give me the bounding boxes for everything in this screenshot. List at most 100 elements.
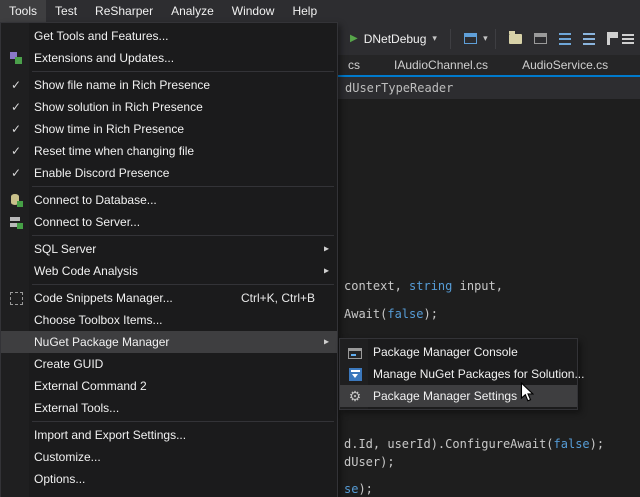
menu-item-label: Package Manager Console xyxy=(373,345,518,359)
menu-item-label: Code Snippets Manager... xyxy=(34,291,173,305)
menubar-item-analyze[interactable]: Analyze xyxy=(162,0,223,22)
menubar-item-window[interactable]: Window xyxy=(223,0,284,22)
menubar-item-resharper[interactable]: ReSharper xyxy=(86,0,162,22)
tools-menu: Get Tools and Features... Extensions and… xyxy=(0,22,338,497)
menu-separator xyxy=(32,186,334,187)
menu-gutter xyxy=(1,211,31,233)
menu-item-label: Extensions and Updates... xyxy=(34,51,174,65)
code-text: Await( xyxy=(344,307,387,321)
menu-item-connect-to-server[interactable]: Connect to Server... xyxy=(1,211,337,233)
menu-item-shortcut: Ctrl+K, Ctrl+B xyxy=(241,291,315,305)
menu-item-label: External Command 2 xyxy=(34,379,147,393)
menu-gutter xyxy=(1,424,31,446)
menu-item-external-tools[interactable]: External Tools... xyxy=(1,397,337,419)
menu-item-show-solution-rich-presence[interactable]: ✓ Show solution in Rich Presence xyxy=(1,96,337,118)
menu-item-options[interactable]: Options... xyxy=(1,468,337,490)
submenu-item-package-manager-settings[interactable]: ⚙ Package Manager Settings xyxy=(340,385,577,407)
menu-item-label: Choose Toolbox Items... xyxy=(34,313,163,327)
toolbar-separator xyxy=(495,29,496,49)
menu-gutter xyxy=(1,353,31,375)
code-keyword: string xyxy=(409,279,452,293)
menu-item-external-command-2[interactable]: External Command 2 xyxy=(1,375,337,397)
menu-item-sql-server[interactable]: SQL Server ▸ xyxy=(1,238,337,260)
checkmark-icon: ✓ xyxy=(11,144,21,158)
bookmark-icon[interactable] xyxy=(607,32,610,45)
menu-item-label: SQL Server xyxy=(34,242,96,256)
menu-gutter: ✓ xyxy=(1,140,31,162)
tab-iaudiochannel[interactable]: IAudioChannel.cs xyxy=(384,58,498,72)
menu-item-code-snippets-manager[interactable]: Code Snippets Manager... Ctrl+K, Ctrl+B xyxy=(1,287,337,309)
menu-item-reset-time-when-changing-file[interactable]: ✓ Reset time when changing file xyxy=(1,140,337,162)
menu-item-label: Create GUID xyxy=(34,357,103,371)
menu-gutter xyxy=(1,468,31,490)
menu-item-show-file-name-rich-presence[interactable]: ✓ Show file name in Rich Presence xyxy=(1,74,337,96)
code-text: ); xyxy=(358,482,372,496)
menu-item-label: Reset time when changing file xyxy=(34,144,194,158)
checkmark-icon: ✓ xyxy=(11,166,21,180)
play-icon: ▶ xyxy=(350,33,358,44)
nuget-package-manager-submenu: Package Manager Console Manage NuGet Pac… xyxy=(339,338,578,410)
menu-item-create-guid[interactable]: Create GUID xyxy=(1,353,337,375)
menu-item-label: Customize... xyxy=(34,450,101,464)
attach-to-process-icon[interactable] xyxy=(464,33,477,44)
packages-icon xyxy=(349,368,362,381)
menu-item-show-time-rich-presence[interactable]: ✓ Show time in Rich Presence xyxy=(1,118,337,140)
checkmark-icon: ✓ xyxy=(11,78,21,92)
menu-gutter: ✓ xyxy=(1,162,31,184)
code-line: Await(false); xyxy=(344,307,438,321)
menu-item-web-code-analysis[interactable]: Web Code Analysis ▸ xyxy=(1,260,337,282)
console-icon xyxy=(348,348,362,359)
menu-item-get-tools-and-features[interactable]: Get Tools and Features... xyxy=(1,25,337,47)
menu-item-label: Connect to Database... xyxy=(34,193,157,207)
code-keyword: se xyxy=(344,482,358,496)
open-file-icon[interactable] xyxy=(509,34,522,44)
chevron-down-icon[interactable]: ▾ xyxy=(432,33,437,44)
toolbar-options-icon[interactable] xyxy=(622,34,634,44)
menu-gutter xyxy=(340,363,370,385)
menu-gutter xyxy=(1,260,31,282)
menubar-item-help[interactable]: Help xyxy=(283,0,326,22)
menu-gutter: ✓ xyxy=(1,96,31,118)
code-text: input, xyxy=(452,279,503,293)
chevron-down-icon[interactable]: ▾ xyxy=(483,33,488,44)
code-line: dUser); xyxy=(344,455,395,469)
submenu-item-manage-nuget-packages-for-solution[interactable]: Manage NuGet Packages for Solution... xyxy=(340,363,577,385)
preview-window-icon[interactable] xyxy=(534,33,547,44)
code-text: context, xyxy=(344,279,409,293)
tab-audioservice[interactable]: AudioService.cs xyxy=(512,58,618,72)
indent-decrease-icon[interactable] xyxy=(559,33,571,45)
toolbar-separator xyxy=(450,29,451,49)
menu-item-choose-toolbox-items[interactable]: Choose Toolbox Items... xyxy=(1,309,337,331)
menu-separator xyxy=(32,284,334,285)
menu-item-nuget-package-manager[interactable]: NuGet Package Manager ▸ xyxy=(1,331,337,353)
menu-gutter: ✓ xyxy=(1,74,31,96)
menu-item-label: Show time in Rich Presence xyxy=(34,122,184,136)
code-text: ); xyxy=(423,307,437,321)
menu-item-label: Show solution in Rich Presence xyxy=(34,100,203,114)
debug-target-label: DNetDebug xyxy=(364,32,427,46)
submenu-item-package-manager-console[interactable]: Package Manager Console xyxy=(340,341,577,363)
indent-increase-icon[interactable] xyxy=(583,33,595,45)
menu-separator xyxy=(32,235,334,236)
menubar-item-test[interactable]: Test xyxy=(46,0,86,22)
menu-item-label: Connect to Server... xyxy=(34,215,140,229)
menu-item-connect-to-database[interactable]: Connect to Database... xyxy=(1,189,337,211)
code-text: d.Id, userId).ConfigureAwait( xyxy=(344,437,554,451)
tab-partial[interactable]: cs xyxy=(338,58,370,72)
menu-item-extensions-and-updates[interactable]: Extensions and Updates... xyxy=(1,47,337,69)
menu-gutter xyxy=(1,238,31,260)
menu-gutter xyxy=(1,397,31,419)
menubar-item-tools[interactable]: Tools xyxy=(0,0,46,22)
menu-item-label: Get Tools and Features... xyxy=(34,29,169,43)
start-debug-button[interactable]: ▶ DNetDebug ▾ xyxy=(344,30,443,48)
menu-item-label: Import and Export Settings... xyxy=(34,428,186,442)
menu-item-import-and-export-settings[interactable]: Import and Export Settings... xyxy=(1,424,337,446)
gear-icon: ⚙ xyxy=(347,388,363,404)
submenu-arrow-icon: ▸ xyxy=(324,337,329,348)
menu-item-label: NuGet Package Manager xyxy=(34,335,169,349)
menu-item-enable-discord-presence[interactable]: ✓ Enable Discord Presence xyxy=(1,162,337,184)
menu-item-customize[interactable]: Customize... xyxy=(1,446,337,468)
menu-item-label: Web Code Analysis xyxy=(34,264,138,278)
submenu-arrow-icon: ▸ xyxy=(324,266,329,277)
menu-item-label: Manage NuGet Packages for Solution... xyxy=(373,367,584,381)
